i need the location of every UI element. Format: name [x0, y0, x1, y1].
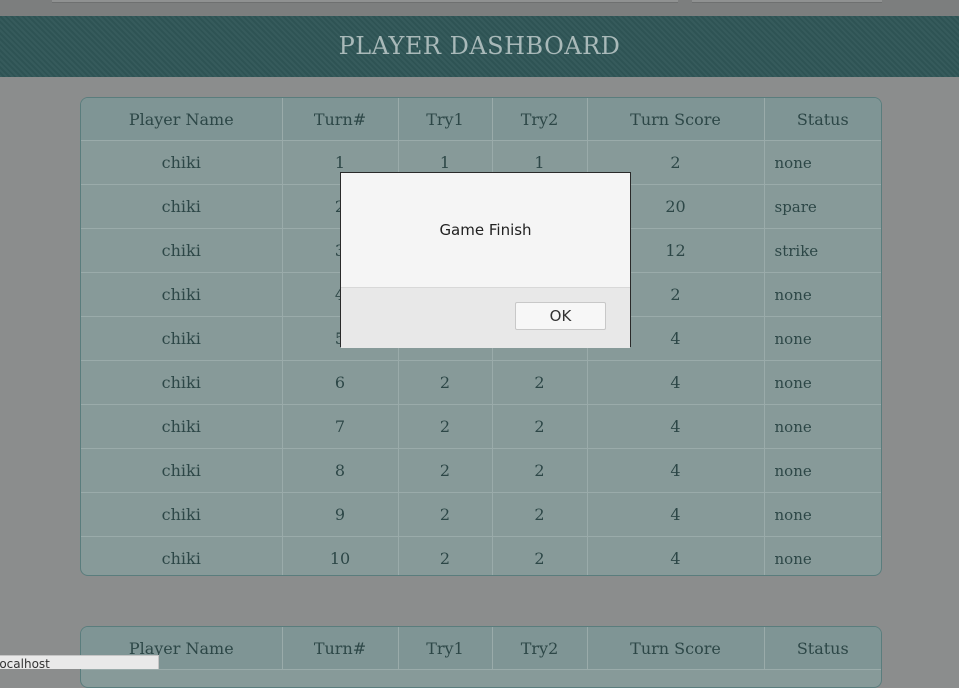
column-header-try1: Try1: [398, 98, 493, 141]
cell-status: none: [764, 404, 881, 449]
cell-turn: 8: [282, 448, 399, 493]
cell-status: none: [764, 448, 881, 493]
cell-status: none: [764, 140, 881, 185]
cell-status: none: [764, 360, 881, 405]
cell-try2: 2: [492, 536, 588, 575]
table-row: chiki 7 2 2 4 none: [81, 404, 881, 449]
cell-status: spare: [764, 184, 881, 229]
cell-player-name: chiki: [81, 272, 283, 317]
cell-player-name: chiki: [81, 140, 283, 185]
table-row: chiki 9 2 2 4 none: [81, 492, 881, 537]
cell-turn: 6: [282, 360, 399, 405]
cell-player-name: chiki: [81, 448, 283, 493]
cell-player-name: chiki: [81, 228, 283, 273]
column-header-try2: Try2: [492, 627, 588, 670]
cell-try1: 2: [398, 536, 493, 575]
cell-player-name: chiki: [81, 492, 283, 537]
cell-player-name: chiki: [81, 360, 283, 405]
column-header-turn: Turn#: [282, 98, 399, 141]
table-header-row: Player Name Turn# Try1 Try2 Turn Score S…: [81, 627, 881, 670]
table-row: chiki 8 2 2 4 none: [81, 448, 881, 493]
cell-status: none: [764, 316, 881, 361]
ok-button[interactable]: OK: [515, 302, 606, 330]
table-header-row: Player Name Turn# Try1 Try2 Turn Score S…: [81, 98, 881, 141]
page-title: PLAYER DASHBOARD: [338, 32, 621, 60]
column-header-status: Status: [764, 98, 881, 141]
cell-turn-score: 4: [587, 404, 765, 449]
dialog-footer: OK: [341, 287, 630, 348]
column-header-try2: Try2: [492, 98, 588, 141]
cell-status: none: [764, 492, 881, 537]
cell-player-name: chiki: [81, 316, 283, 361]
cell-try1: 2: [398, 404, 493, 449]
cell-turn: 10: [282, 536, 399, 575]
cell-turn-score: 4: [587, 360, 765, 405]
score-table-2: Player Name Turn# Try1 Try2 Turn Score S…: [81, 627, 881, 670]
cell-turn: 7: [282, 404, 399, 449]
cell-try2: 2: [492, 448, 588, 493]
cell-try2: 2: [492, 492, 588, 537]
browser-toolbar: [0, 0, 959, 16]
cell-status: none: [764, 272, 881, 317]
cell-try1: 2: [398, 448, 493, 493]
toolbar-input-1[interactable]: [52, 0, 678, 3]
page-header: PLAYER DASHBOARD: [0, 16, 959, 77]
dialog-message: Game Finish: [439, 221, 532, 239]
cell-try1: 2: [398, 360, 493, 405]
cell-turn-score: 4: [587, 536, 765, 575]
table-row: chiki 6 2 2 4 none: [81, 360, 881, 405]
column-header-turn: Turn#: [282, 627, 399, 670]
toolbar-input-2[interactable]: [692, 0, 882, 3]
status-bar-url: localhost: [0, 655, 159, 669]
cell-player-name: chiki: [81, 404, 283, 449]
alert-dialog: Game Finish OK: [340, 172, 631, 348]
column-header-turn-score: Turn Score: [587, 98, 765, 141]
column-header-status: Status: [764, 627, 881, 670]
cell-status: strike: [764, 228, 881, 273]
cell-try1: 2: [398, 492, 493, 537]
table-row: chiki 10 2 2 4 none: [81, 536, 881, 575]
score-table-2-container: Player Name Turn# Try1 Try2 Turn Score S…: [80, 626, 882, 688]
cell-status: none: [774, 549, 812, 568]
cell-turn-score: 4: [587, 492, 765, 537]
cell-player-name: chiki: [81, 536, 283, 575]
column-header-try1: Try1: [398, 627, 493, 670]
cell-try2: 2: [492, 360, 588, 405]
cell-try2: 2: [492, 404, 588, 449]
column-header-player-name: Player Name: [81, 98, 283, 141]
cell-turn-score: 4: [587, 448, 765, 493]
column-header-turn-score: Turn Score: [587, 627, 765, 670]
cell-turn: 9: [282, 492, 399, 537]
cell-player-name: chiki: [81, 184, 283, 229]
